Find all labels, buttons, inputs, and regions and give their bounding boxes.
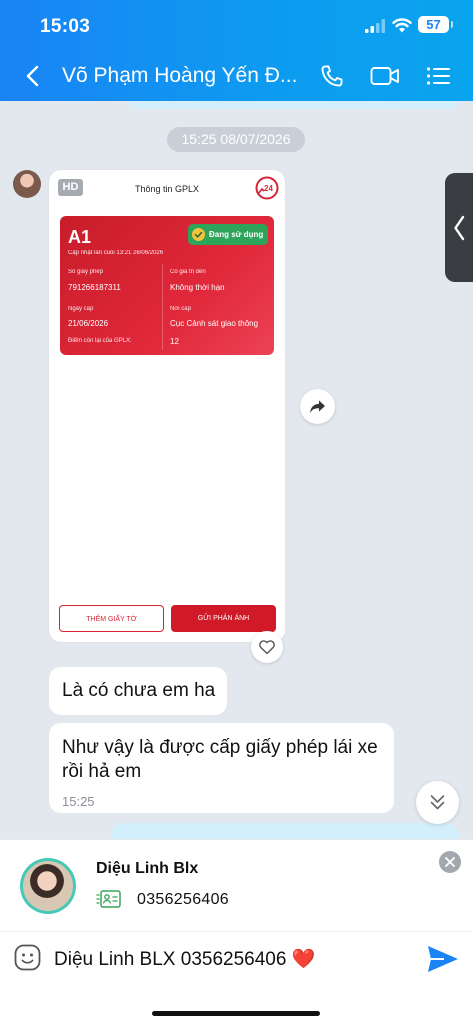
message-time: 15:25 (62, 794, 95, 809)
validity-label: Có giá trị đến (170, 269, 206, 275)
cellular-signal-icon (365, 19, 385, 33)
react-heart-button[interactable] (251, 631, 283, 663)
back-arrow-icon[interactable] (24, 65, 42, 87)
conversation-title[interactable]: Võ Phạm Hoàng Yến Đ... (62, 64, 298, 88)
sender-avatar[interactable] (13, 170, 41, 198)
validity-value: Không thời hạn (170, 283, 225, 292)
phone-call-icon[interactable] (320, 64, 344, 88)
license-status-badge: Đang sử dụng (188, 224, 268, 245)
video-call-icon[interactable] (370, 65, 400, 87)
add-document-button[interactable]: THÊM GIẤY TỜ (59, 605, 164, 632)
message-text: Như vậy là được cấp giấy phép lái xe rồi… (62, 737, 378, 782)
send-icon[interactable] (427, 944, 459, 974)
phone-card-icon (96, 890, 121, 908)
license-number-label: Số giấy phép (68, 269, 104, 275)
license-number: 791266187311 (68, 283, 121, 292)
issuer-value: Cục Cảnh sát giao thông (170, 319, 259, 328)
contact-phone: 0356256406 (137, 891, 229, 908)
gplx-image-message[interactable]: HD Thông tin GPLX 24 A1 Cập nhật lần cuố… (49, 170, 285, 642)
points-label: Điểm còn lại của GPLX: (68, 338, 132, 344)
points-value: 12 (170, 337, 179, 346)
list-menu-icon[interactable] (426, 66, 450, 86)
heart-icon (259, 640, 275, 655)
scroll-to-bottom-button[interactable] (416, 781, 459, 824)
license-status-text: Đang sử dụng (209, 230, 264, 239)
license-class: A1 (68, 227, 92, 247)
nav-bar: Võ Phạm Hoàng Yến Đ... (0, 55, 473, 99)
gplx-title: Thông tin GPLX (134, 184, 200, 194)
contact-avatar (20, 858, 76, 914)
wifi-icon (392, 18, 412, 33)
issue-date: 21/06/2026 (68, 319, 109, 328)
send-feedback-button[interactable]: GỬI PHẢN ÁNH (171, 605, 276, 632)
message-composer (0, 931, 473, 1024)
chat-header: 15:03 57 Võ Phạm Hoàng Yến Đ... (0, 0, 473, 101)
message-bubble[interactable]: Là có chưa em ha (49, 667, 227, 715)
close-icon (445, 857, 455, 867)
status-time: 15:03 (40, 16, 91, 37)
contact-card-preview[interactable]: Diệu Linh Blx 0356256406 (0, 839, 473, 931)
forward-button[interactable] (300, 389, 335, 424)
license-card: A1 Cập nhật lần cuối 13:21 26/06/2026 Đa… (60, 216, 274, 355)
home-indicator (152, 1011, 320, 1016)
date-divider: 15:25 08/07/2026 (167, 127, 305, 152)
sticker-emoji-icon[interactable] (14, 944, 41, 971)
message-text: Là có chưa em ha (62, 680, 216, 701)
message-bubble[interactable]: Như vậy là được cấp giấy phép lái xe rồi… (49, 723, 394, 813)
check-circle-icon (192, 228, 205, 241)
issuer-label: Nơi cấp (170, 306, 191, 312)
battery-indicator: 57 (418, 16, 453, 33)
side-panel-toggle[interactable] (445, 173, 473, 282)
double-chevron-down-icon (430, 795, 445, 810)
license-divider (162, 264, 163, 350)
logo-text: 24 (264, 184, 273, 193)
issue-date-label: Ngày cấp (68, 306, 94, 312)
status-bar: 15:03 57 (0, 0, 473, 50)
previous-message-bubble (130, 101, 460, 109)
vneid-24-logo-icon: 24 (255, 176, 279, 200)
forward-arrow-icon (310, 400, 325, 413)
chevron-left-icon (454, 215, 465, 241)
license-last-updated: Cập nhật lần cuối 13:21 26/06/2026 (68, 250, 164, 256)
contact-name: Diệu Linh Blx (96, 860, 199, 877)
message-input[interactable] (54, 944, 414, 974)
close-preview-button[interactable] (439, 851, 461, 873)
